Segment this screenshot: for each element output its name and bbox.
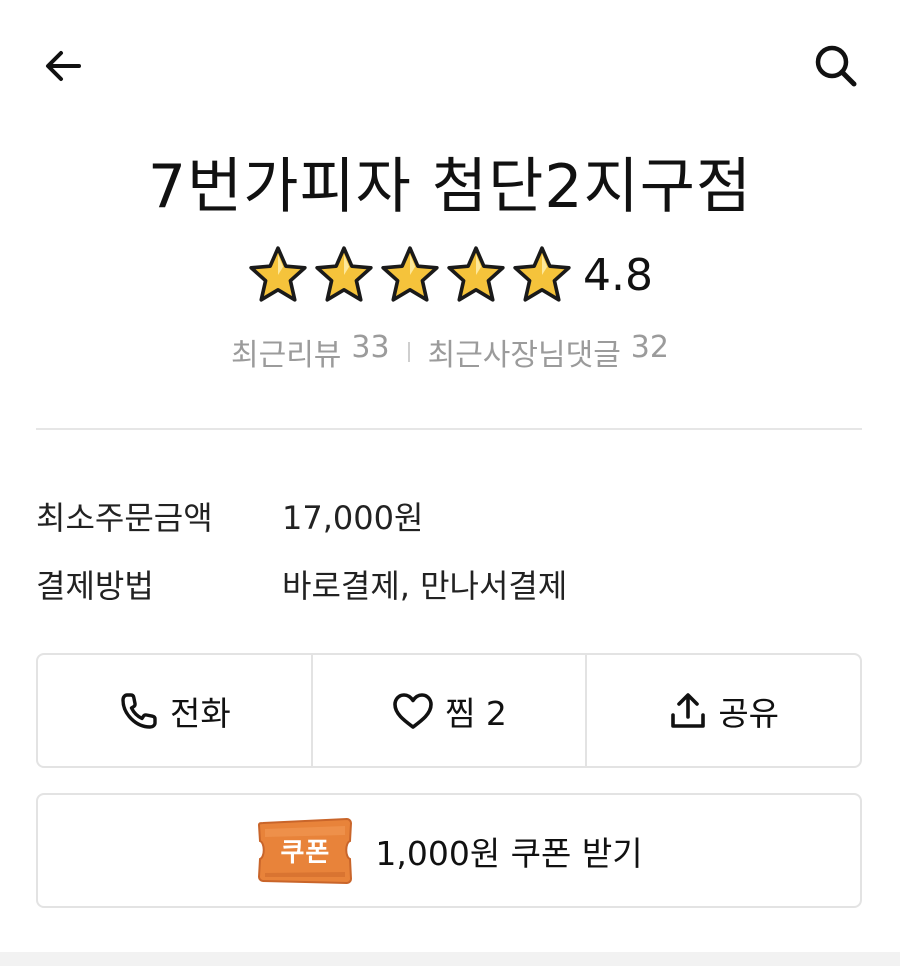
heart-icon <box>393 692 433 729</box>
rating-stars <box>247 244 573 306</box>
payment-label: 결제방법 <box>36 567 154 605</box>
payment-value: 바로결제, 만나서결제 <box>282 567 568 605</box>
store-name: 7번가피자 첨단2지구점 <box>147 152 753 222</box>
share-icon <box>671 692 706 728</box>
search-button[interactable] <box>806 36 866 96</box>
back-button[interactable] <box>33 36 93 96</box>
owner-replies-count: 32 <box>630 330 669 365</box>
star-icon <box>447 246 505 302</box>
star-icon <box>513 246 571 302</box>
star-icon <box>315 246 373 302</box>
star-icon <box>381 246 439 302</box>
call-button[interactable]: 전화 <box>38 655 311 766</box>
recent-reviews-count: 33 <box>351 330 390 365</box>
section-divider <box>36 428 862 430</box>
review-stats: 최근리뷰 33 최근사장님댓글 32 <box>0 330 900 374</box>
coupon-badge: 쿠폰 <box>255 817 355 885</box>
store-rating: 4.8 <box>0 240 900 310</box>
min-order-value: 17,000원 <box>282 499 424 537</box>
owner-replies-link[interactable]: 최근사장님댓글 32 <box>428 330 669 374</box>
coupon-text: 1,000원 쿠폰 받기 <box>375 833 643 873</box>
coupon-button[interactable]: 쿠폰 1,000원 쿠폰 받기 <box>36 793 862 908</box>
share-label: 공유 <box>718 693 780 733</box>
stat-separator <box>407 342 410 362</box>
favorite-label: 찜 2 <box>445 693 507 733</box>
min-order-row: 최소주문금액 17,000원 <box>36 482 862 550</box>
star-icon <box>249 246 307 302</box>
rating-value: 4.8 <box>583 249 653 301</box>
call-label: 전화 <box>169 693 231 733</box>
share-button[interactable]: 공유 <box>585 655 860 766</box>
bottom-divider <box>0 952 900 966</box>
store-info: 최소주문금액 17,000원 결제방법 바로결제, 만나서결제 <box>36 482 862 618</box>
arrow-left-icon <box>46 51 81 81</box>
coupon-badge-label: 쿠폰 <box>280 838 331 868</box>
top-bar <box>0 0 900 130</box>
search-icon <box>815 45 857 87</box>
recent-reviews-link[interactable]: 최근리뷰 33 <box>231 330 390 374</box>
action-bar: 전화 찜 2 공유 <box>36 653 862 768</box>
favorite-button[interactable]: 찜 2 <box>310 655 586 766</box>
recent-reviews-label: 최근리뷰 <box>231 338 342 373</box>
payment-row: 결제방법 바로결제, 만나서결제 <box>36 550 862 618</box>
owner-replies-label: 최근사장님댓글 <box>427 338 621 373</box>
phone-icon <box>121 692 157 729</box>
min-order-label: 최소주문금액 <box>36 499 213 537</box>
